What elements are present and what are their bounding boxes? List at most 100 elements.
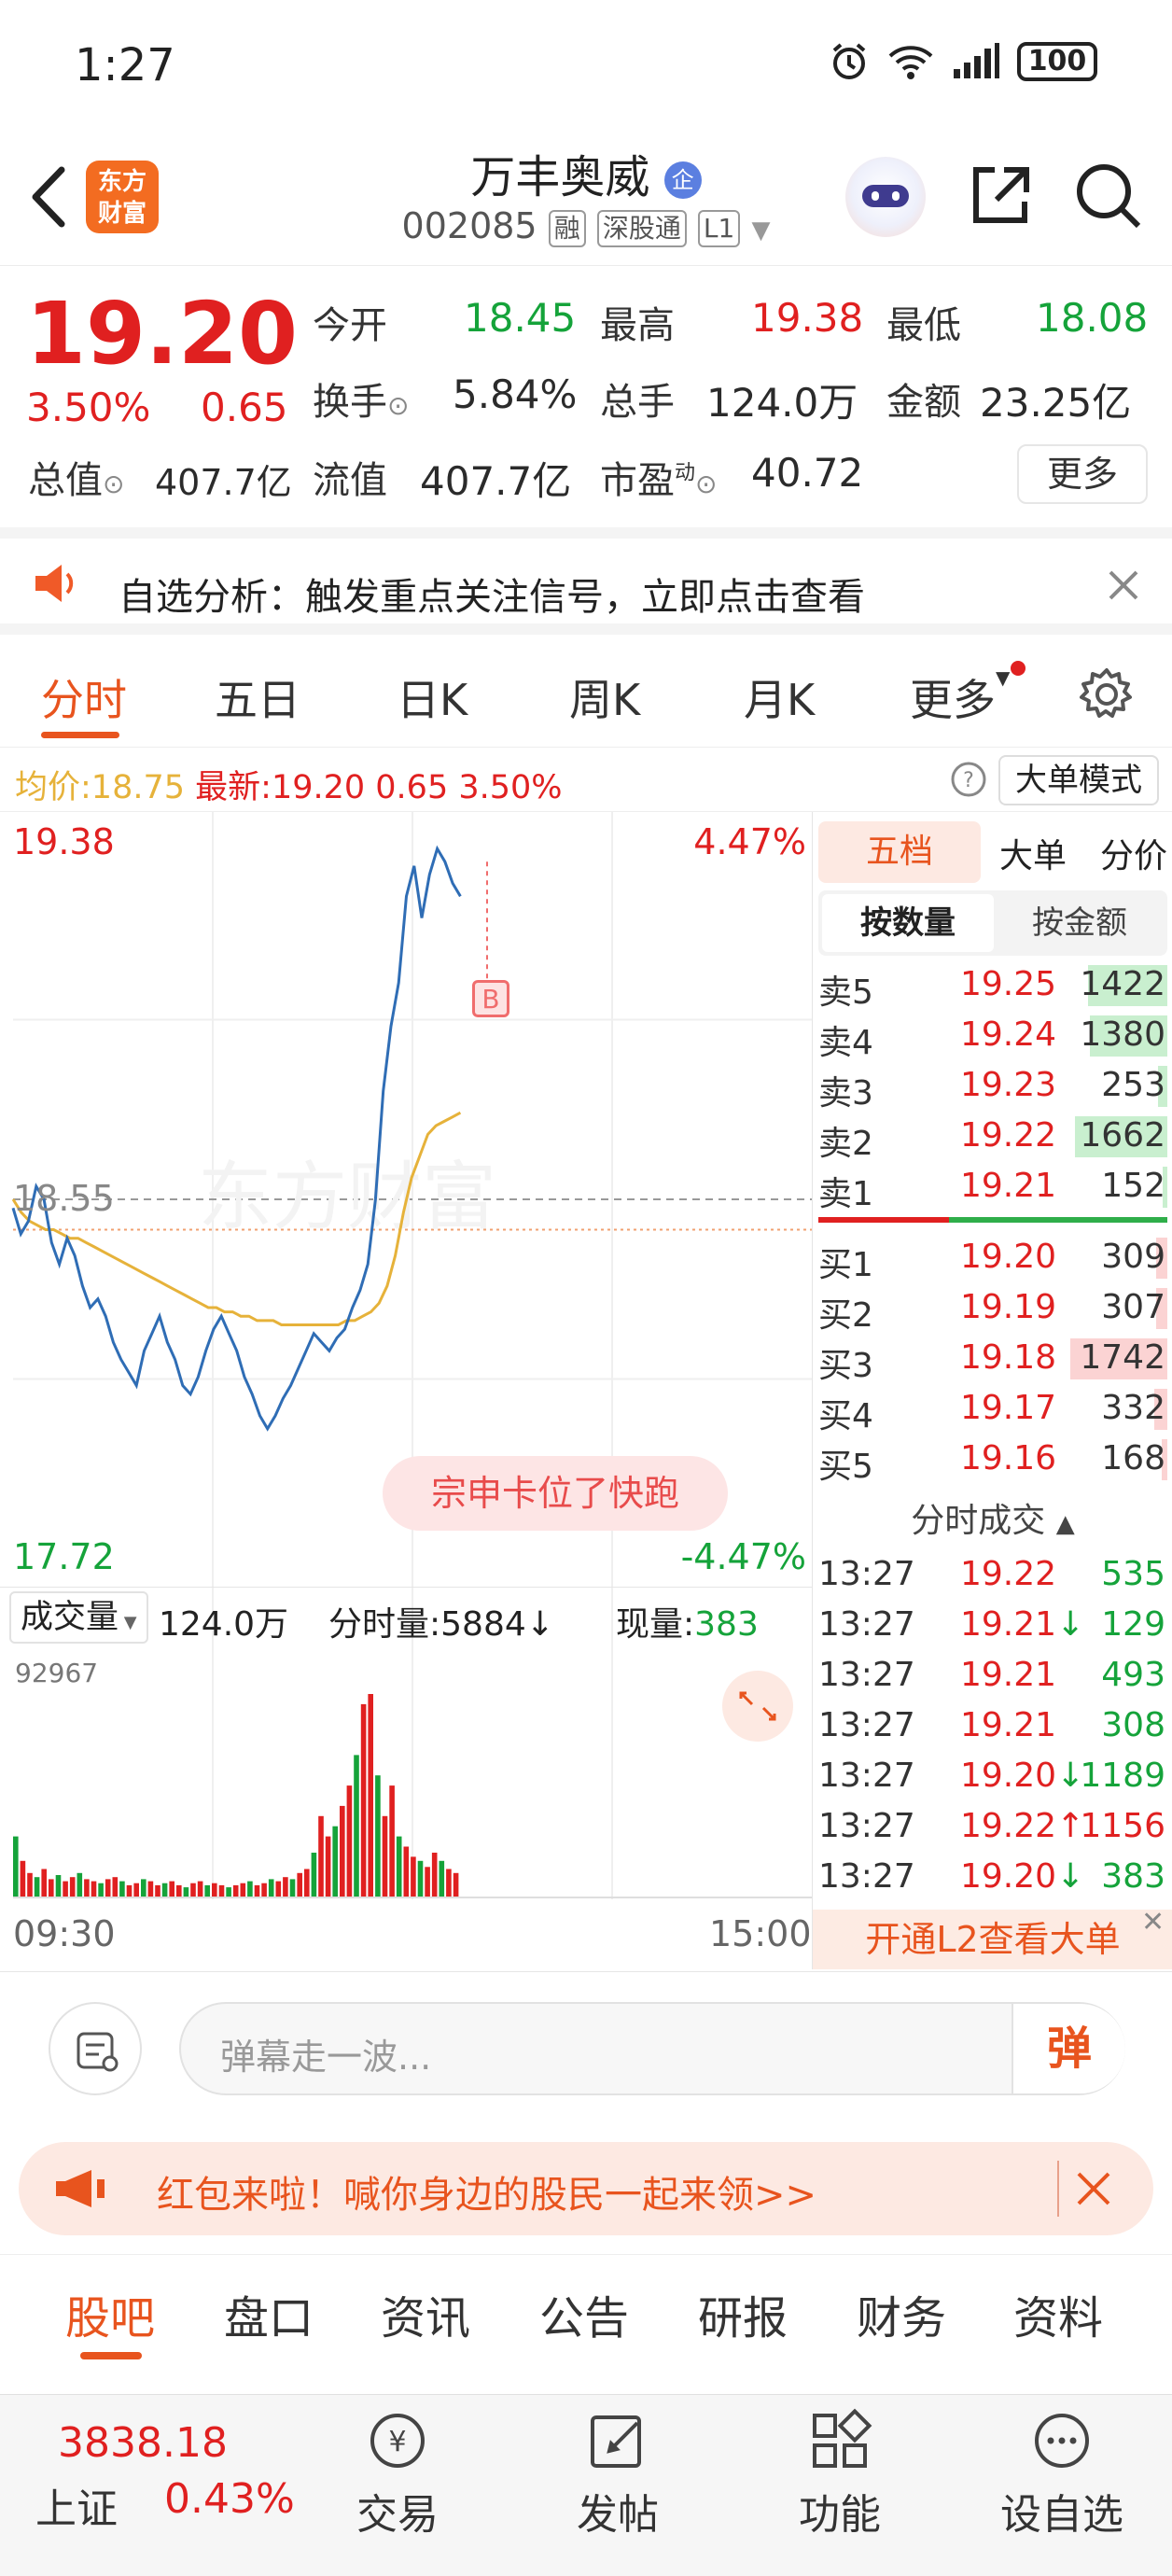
trades-title[interactable]: 分时成交 ▲ <box>813 1493 1172 1542</box>
margin-tag: 融 <box>548 209 586 247</box>
bid-level-row[interactable]: 买2 19.19 307 <box>813 1282 1172 1335</box>
ask-level-row[interactable]: 卖3 19.23 253 <box>813 1060 1172 1113</box>
volume-bar <box>133 1883 139 1897</box>
intraday-chart-svg[interactable]: 东方财富 <box>0 812 812 1969</box>
time-start: 09:30 <box>13 1913 116 1954</box>
tab-five-levels[interactable]: 五档 <box>818 821 981 883</box>
nav-trade-label: 交易 <box>356 2491 439 2539</box>
info-icon[interactable]: ⊙ <box>387 390 409 421</box>
volume-bar <box>396 1836 402 1897</box>
nav-add-watchlist[interactable]: 设自选 <box>969 2395 1155 2541</box>
danmaku-bubble[interactable]: 宗申卡位了快跑 <box>383 1456 728 1531</box>
pe-value: 40.72 <box>751 450 864 496</box>
volume-max: 92967 <box>15 1658 99 1688</box>
info-tab-3[interactable]: 公告 <box>539 2281 629 2346</box>
red-packet-banner[interactable]: 红包来啦！喊你身边的股民一起来领>> <box>19 2142 1153 2235</box>
level-price: 19.21 <box>960 1167 1057 1205</box>
level-label: 卖4 <box>818 1024 873 1062</box>
info-icon[interactable]: ⊙ <box>103 469 124 499</box>
level-quantity: 332 <box>1101 1389 1165 1427</box>
volume-bar <box>226 1887 231 1897</box>
battery-icon: 100 <box>1017 42 1097 81</box>
volume-bar <box>126 1884 133 1897</box>
tab-daily-k[interactable]: 日K <box>397 666 467 728</box>
tab-more[interactable]: 更多▼ <box>910 666 1010 728</box>
stock-code: 002085 <box>401 205 537 246</box>
tab-five-day[interactable]: 五日 <box>215 666 300 728</box>
tab-price-distribution[interactable]: 分价 <box>1074 829 1167 877</box>
robot-assistant-icon[interactable] <box>845 157 926 237</box>
volume-bar <box>98 1883 104 1897</box>
trade-price: 19.22 <box>960 1555 1057 1593</box>
settings-gear-icon[interactable] <box>1079 666 1135 722</box>
help-icon[interactable]: ? <box>950 761 987 798</box>
nav-functions[interactable]: 功能 <box>746 2395 933 2541</box>
ask-level-row[interactable]: 卖2 19.22 1662 <box>813 1111 1172 1163</box>
info-tab-2[interactable]: 资讯 <box>381 2281 470 2346</box>
level-label: 卖1 <box>818 1175 873 1213</box>
avg-price-info: 均价:18.75 最新:19.20 0.65 3.50% <box>15 769 563 806</box>
ask-level-row[interactable]: 卖5 19.25 1422 <box>813 959 1172 1012</box>
nav-post[interactable]: 发帖 <box>524 2395 711 2541</box>
market-cap-value: 407.7亿 <box>155 462 292 503</box>
index-pct[interactable]: 0.43% <box>164 2475 295 2523</box>
index-value[interactable]: 3838.18 <box>58 2419 228 2467</box>
info-tab-0[interactable]: 股吧 <box>65 2281 155 2346</box>
analysis-notice[interactable]: 自选分析：触发重点关注信号，立即点击查看 <box>0 527 1172 635</box>
subtab-by-quantity[interactable]: 按数量 <box>822 894 994 952</box>
volume-bar <box>289 1879 296 1897</box>
bid-level-row[interactable]: 买3 19.18 1742 <box>813 1333 1172 1385</box>
red-packet-text: 红包来啦！喊你身边的股民一起来领>> <box>157 2174 817 2217</box>
volume-bar <box>275 1881 282 1897</box>
info-tab-5[interactable]: 财务 <box>857 2281 946 2346</box>
trade-time: 13:27 <box>818 1555 915 1593</box>
info-tab-6[interactable]: 资料 <box>1013 2281 1103 2346</box>
speaker-icon <box>35 565 74 602</box>
search-icon[interactable] <box>1073 161 1144 231</box>
close-icon[interactable] <box>1075 2170 1112 2207</box>
last-price: 19.20 <box>26 284 299 384</box>
trade-time: 13:27 <box>818 1656 915 1694</box>
index-name[interactable]: 上证 <box>35 2475 118 2535</box>
tab-monthly-k[interactable]: 月K <box>744 666 815 728</box>
trade-time: 13:27 <box>818 1857 915 1896</box>
bid-level-row[interactable]: 买4 19.17 332 <box>813 1383 1172 1435</box>
open-l2-banner[interactable]: 开通L2查看大单 <box>813 1910 1172 1969</box>
danmaku-send-button[interactable]: 弹 <box>1012 2004 1125 2093</box>
volume-bar <box>13 1836 19 1897</box>
volume-bar <box>297 1872 302 1897</box>
tab-intraday[interactable]: 分时 <box>41 666 127 728</box>
bid-level-row[interactable]: 买5 19.16 168 <box>813 1434 1172 1486</box>
ask-level-row[interactable]: 卖4 19.24 1380 <box>813 1010 1172 1062</box>
info-tab-4[interactable]: 研报 <box>698 2281 788 2346</box>
ask-level-row[interactable]: 卖1 19.21 152 <box>813 1161 1172 1213</box>
trade-price: 19.21↓ <box>960 1605 1085 1644</box>
buy-signal-marker[interactable]: B <box>472 980 509 1017</box>
tab-big-orders[interactable]: 大单 <box>999 829 1067 877</box>
expand-icon[interactable] <box>722 1671 793 1742</box>
high-value: 19.38 <box>751 295 864 341</box>
nav-trade[interactable]: ¥ 交易 <box>304 2395 491 2541</box>
danmaku-settings-icon[interactable] <box>49 2002 142 2095</box>
trade-row: 13:27 19.21 493 <box>813 1652 1172 1702</box>
volume-bar <box>41 1869 47 1897</box>
close-icon[interactable]: ✕ <box>1141 1906 1165 1939</box>
volume-bar <box>155 1884 160 1897</box>
big-order-mode-button[interactable]: 大单模式 <box>998 755 1159 805</box>
info-icon[interactable]: ⊙ <box>695 469 717 499</box>
order-book-panel: 五档 大单 分价 按数量 按金额 卖5 19.25 1422 卖4 19.24 1380 卖… <box>812 812 1172 1969</box>
intraday-chart[interactable]: 东方财富 19.38 18.55 17.72 4.47% -4.47% B 宗申… <box>0 812 812 1969</box>
bid-level-row[interactable]: 买1 19.20 309 <box>813 1232 1172 1284</box>
close-icon[interactable] <box>1107 568 1140 602</box>
volume-indicator-select[interactable]: 成交量 ▼ <box>9 1591 148 1644</box>
volume-bar <box>431 1853 438 1897</box>
volume-bar <box>141 1879 146 1897</box>
connect-tag: 深股通 <box>596 209 687 247</box>
subtab-by-amount[interactable]: 按金额 <box>996 894 1164 952</box>
more-button[interactable]: 更多 <box>1017 444 1148 504</box>
volume-bar <box>240 1883 246 1897</box>
danmaku-input[interactable]: 弹幕走一波... 弹 <box>179 2002 1125 2095</box>
info-tab-1[interactable]: 盘口 <box>224 2281 314 2346</box>
share-icon[interactable] <box>967 162 1034 230</box>
tab-weekly-k[interactable]: 周K <box>569 666 640 728</box>
